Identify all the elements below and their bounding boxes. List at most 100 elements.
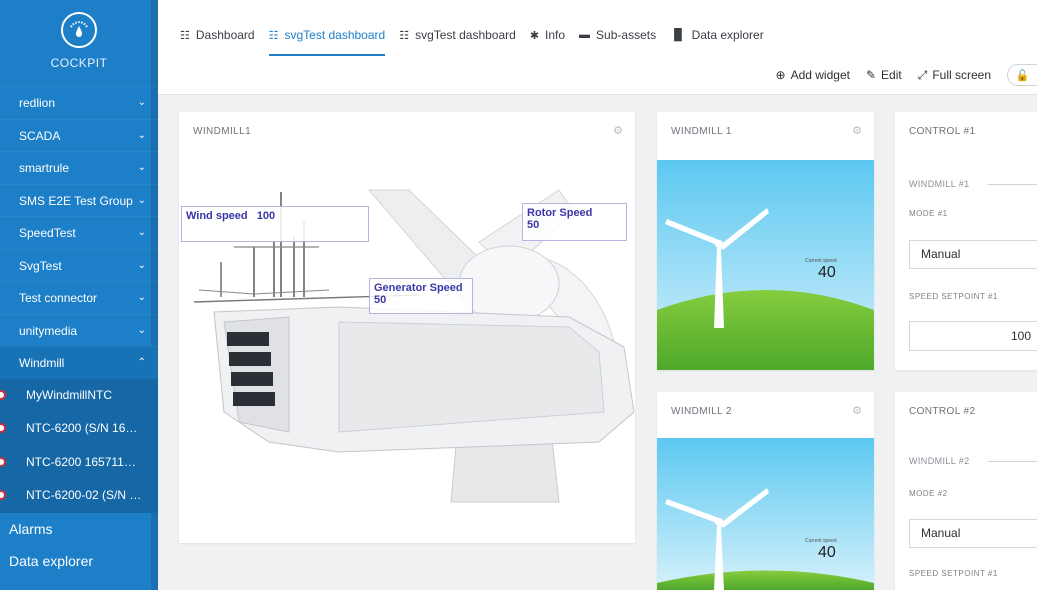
widget-windmill1-svg: WINDMILL1 ⚙ Wind speed 100 Rotor Speed 5… [179, 112, 635, 543]
rotor-speed-label: Rotor Speed [527, 207, 593, 219]
tab-label: svgTest dashboard [415, 28, 516, 42]
wind-speed-value: 100 [256, 210, 276, 222]
tab-info[interactable]: ✱ Info [530, 26, 565, 44]
tab-label: Info [545, 28, 566, 42]
sidebar-group-label: smartrule [19, 161, 70, 175]
current-speed-value: 40 [818, 544, 836, 561]
tab-label: svgTest dashboard [284, 28, 386, 42]
sidebar-group-label: unitymedia [19, 323, 78, 338]
chevron-down-icon: ⌄ [137, 292, 146, 303]
sidebar-group-label: Windmill [19, 356, 65, 370]
tab-svgtest-dashboard[interactable]: ☷ svgTest dashboard [268, 26, 386, 56]
sidebar-group-smartrule[interactable]: smartrule ⌄ [0, 151, 158, 184]
chevron-down-icon: ⌄ [137, 259, 146, 271]
gear-icon[interactable]: ⚙ [852, 404, 862, 417]
sidebar-group-windmill[interactable]: Windmill ⌃ [0, 346, 158, 379]
tab-dashboard[interactable]: ☷ Dashboard [180, 26, 255, 44]
grid-icon: ☷ [180, 29, 190, 42]
generator-speed-label: Generator Speed [374, 282, 463, 294]
plus-circle-icon: ⊕ [775, 68, 786, 82]
app-logo-area[interactable]: COCKPIT [0, 0, 158, 86]
tab-bar: ☷ Dashboard ☷ svgTest dashboard ☷ svgTest d… [180, 26, 764, 56]
sidebar: COCKPIT redlion ⌄ SCADA ⌄ smartrule ⌄ SMS E… [0, 0, 158, 590]
sidebar-group-label: SMS E2E Test Group [19, 193, 133, 208]
speed-setpoint-label: SPEED SETPOINT #1 [909, 569, 998, 578]
sidebar-group-redlion[interactable]: redlion ⌄ [0, 86, 158, 119]
add-widget-label: Add widget [790, 68, 850, 82]
asterisk-icon: ✱ [529, 29, 540, 42]
windmill-animation [657, 438, 874, 590]
unlock-icon: 🔓 [1015, 69, 1030, 82]
generator-speed-value: 50 [374, 294, 387, 306]
sidebar-group-label: SvgTest [19, 258, 62, 273]
sidebar-group-label: redlion [19, 96, 56, 110]
expand-icon: ⤢ [917, 67, 928, 82]
sidebar-group-speedtest[interactable]: SpeedTest ⌄ [0, 216, 158, 249]
full-screen-label: Full screen [932, 68, 991, 82]
tab-label: Dashboard [195, 28, 255, 42]
sidebar-item-label: NTC-6200 165711… [26, 454, 136, 469]
sidebar-group-svgtest[interactable]: SvgTest ⌄ [0, 248, 158, 282]
sidebar-item-device[interactable]: MyWindmillNTC [0, 378, 158, 412]
app: COCKPIT redlion ⌄ SCADA ⌄ smartrule ⌄ SMS E… [0, 0, 1037, 590]
sidebar-item-data-explorer[interactable]: Data explorer [0, 545, 158, 577]
wind-speed-readout: Wind speed 100 [181, 206, 369, 242]
current-speed-value: 40 [818, 264, 836, 281]
pencil-icon: ✎ [865, 68, 877, 82]
mode-select[interactable]: Manual [909, 519, 1037, 548]
rotor-speed-readout: Rotor Speed 50 [522, 203, 627, 241]
add-widget-button[interactable]: ⊕ Add widget [776, 68, 850, 82]
widget-title: WINDMILL 1 [671, 126, 732, 137]
chevron-down-icon: ⌄ [137, 162, 146, 173]
section-divider [988, 461, 1037, 462]
grid-icon: ☷ [399, 29, 410, 42]
alarm-status-icon [0, 423, 6, 433]
tab-label: Data explorer [691, 28, 764, 42]
tab-label: Sub-assets [596, 28, 657, 42]
sidebar-item-device[interactable]: NTC-6200 165711… [0, 445, 158, 479]
tab-data-explorer[interactable]: ▐▌ Data explorer [670, 26, 764, 44]
sidebar-group-label: SCADA [19, 128, 61, 143]
speed-setpoint-input[interactable]: 100 [909, 321, 1037, 351]
sidebar-group-sms-e2e[interactable]: SMS E2E Test Group ⌄ [0, 183, 158, 217]
chevron-down-icon: ⌄ [137, 97, 146, 108]
sidebar-item-device[interactable]: NTC-6200 (S/N 16… [0, 412, 158, 446]
dashboard-actions: ⊕ Add widget ✎ Edit ⤢ Full screen 🔓 [776, 64, 1037, 86]
widget-control-1: CONTROL #1 WINDMILL #1 MODE #1 Manual SP… [895, 112, 1037, 370]
mode-label: MODE #1 [909, 209, 948, 218]
widget-title: CONTROL #1 [909, 126, 976, 137]
gear-icon[interactable]: ⚙ [852, 124, 862, 137]
wind-speed-label: Wind speed [186, 210, 248, 222]
tab-sub-assets[interactable]: ▬ Sub-assets [579, 26, 656, 44]
chevron-down-icon: ⌄ [137, 194, 146, 206]
edit-label: Edit [881, 68, 902, 82]
rotor-speed-value: 50 [527, 219, 540, 231]
sidebar-group-unitymedia[interactable]: unitymedia ⌄ [0, 313, 158, 347]
grid-icon: ☷ [268, 29, 279, 42]
chevron-down-icon: ⌄ [137, 129, 146, 141]
mode-select-value: Manual [921, 247, 961, 261]
tab-svgtest-dashboard-2[interactable]: ☷ svgTest dashboard [399, 26, 516, 44]
sidebar-group-test-connector[interactable]: Test connector ⌄ [0, 281, 158, 314]
sidebar-group-label: SpeedTest [19, 226, 76, 240]
widget-title: CONTROL #2 [909, 406, 976, 417]
speed-setpoint-label: SPEED SETPOINT #1 [909, 292, 998, 301]
edit-button[interactable]: ✎ Edit [866, 68, 902, 82]
windmill-animation [657, 160, 874, 370]
cockpit-logo-icon [61, 12, 97, 48]
sidebar-group-scada[interactable]: SCADA ⌄ [0, 118, 158, 152]
mode-select[interactable]: Manual [909, 240, 1037, 269]
lock-toggle-button[interactable]: 🔓 [1007, 64, 1037, 86]
windmill-nacelle-illustration [193, 189, 635, 503]
control-section-title: WINDMILL #1 [909, 179, 970, 189]
alarm-status-icon [0, 456, 6, 467]
top-bar: ☷ Dashboard ☷ svgTest dashboard ☷ svgTest d… [158, 0, 1037, 95]
sidebar-item-device[interactable]: NTC-6200-02 (S/N … [0, 479, 158, 513]
section-divider [988, 184, 1037, 185]
mode-label: MODE #2 [909, 489, 948, 498]
speed-setpoint-value: 100 [1010, 329, 1031, 343]
sidebar-group-label: Test connector [19, 291, 98, 305]
sidebar-item-alarms[interactable]: Alarms [0, 513, 158, 545]
windmill-scene: Current speed 40 [657, 160, 874, 370]
full-screen-button[interactable]: ⤢ Full screen [918, 68, 991, 83]
